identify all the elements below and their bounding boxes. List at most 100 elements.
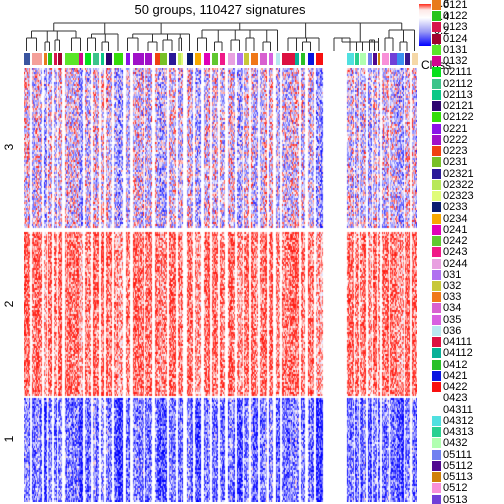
class-bar-segment xyxy=(126,53,130,65)
class-bar-segment xyxy=(106,53,112,65)
legend-swatch xyxy=(432,404,441,415)
legend-swatch xyxy=(432,449,441,460)
legend-label: 0244 xyxy=(443,257,468,270)
legend-item: 0513 xyxy=(432,493,504,504)
class-bar-segment xyxy=(308,53,314,65)
legend-swatch xyxy=(432,101,441,112)
class-bar-segment xyxy=(54,53,57,65)
class-bar-segment xyxy=(228,53,235,65)
legend-label: 0223 xyxy=(443,145,468,158)
row-slice-label: 2 xyxy=(2,300,16,308)
class-annotation-bar xyxy=(24,53,418,65)
class-bar-segment xyxy=(65,53,79,65)
legend-swatch xyxy=(432,89,441,100)
class-bar-segment xyxy=(269,53,273,65)
legend-swatch xyxy=(432,415,441,426)
legend-label: 02122 xyxy=(443,111,474,124)
legend-swatch xyxy=(432,11,441,22)
legend-label: 0132 xyxy=(443,55,468,68)
legend-swatch xyxy=(432,269,441,280)
legend-swatch xyxy=(432,44,441,55)
legend-label: 035 xyxy=(443,313,462,326)
class-bar-segment xyxy=(260,53,267,65)
class-bar-segment xyxy=(237,53,243,65)
legend-label: 02111 xyxy=(443,66,472,79)
legend-swatch xyxy=(432,427,441,438)
class-bar-segment xyxy=(355,53,359,65)
legend-swatch xyxy=(432,292,441,303)
class-bar-segment xyxy=(101,53,104,65)
class-bar-segment xyxy=(133,53,144,65)
legend-label: 0242 xyxy=(443,235,468,248)
class-bar-segment xyxy=(220,53,225,65)
legend-label: 02121 xyxy=(443,100,474,113)
legend-swatch xyxy=(432,494,441,504)
legend-label: 04313 xyxy=(443,426,474,439)
legend-label: 031 xyxy=(443,268,462,281)
class-bar-segment xyxy=(276,53,280,65)
legend-label: 0122 xyxy=(443,10,468,23)
legend-swatch xyxy=(432,134,441,145)
legend-swatch xyxy=(432,247,441,258)
legend-label: 0233 xyxy=(443,201,468,214)
class-bar-segment xyxy=(378,53,380,65)
class-bar-segment xyxy=(85,53,91,65)
legend-label: 0513 xyxy=(443,493,468,504)
class-bar-segment xyxy=(323,53,346,65)
legend-label: 0234 xyxy=(443,212,468,225)
legend-swatch xyxy=(432,438,441,449)
legend-label: 032 xyxy=(443,280,462,292)
legend-label: 02321 xyxy=(443,167,474,180)
class-bar-segment xyxy=(187,53,193,65)
legend-swatch xyxy=(432,325,441,336)
legend-swatch xyxy=(432,112,441,123)
legend-swatch xyxy=(432,224,441,235)
class-bar-segment xyxy=(244,53,249,65)
class-bar-segment xyxy=(360,53,366,65)
class-bar-segment xyxy=(32,53,42,65)
class-bar-segment xyxy=(251,53,258,65)
class-bar-segment xyxy=(316,53,323,65)
legend-label: 0421 xyxy=(443,369,468,382)
legend-swatch xyxy=(432,236,441,247)
legend-swatch xyxy=(432,202,441,213)
legend-label: 0243 xyxy=(443,246,468,259)
class-bar-segment xyxy=(347,53,354,65)
legend-swatch xyxy=(432,0,441,10)
class-bar-segment xyxy=(373,53,377,65)
class-bar-segment xyxy=(181,53,183,65)
legend-label: 0222 xyxy=(443,133,468,146)
row-slice-label: 3 xyxy=(2,143,16,151)
legend-label: 0123 xyxy=(443,21,468,34)
legend-label: 0231 xyxy=(443,156,468,169)
legend-swatch xyxy=(432,303,441,314)
class-bar-segment xyxy=(44,53,47,65)
legend-label: 02323 xyxy=(443,190,474,203)
legend-label: 02113 xyxy=(443,88,473,101)
legend-swatch xyxy=(432,483,441,494)
class-bar-segment xyxy=(155,53,160,65)
class-bar-segment xyxy=(93,53,99,65)
class-bar-segment xyxy=(368,53,372,65)
class-bar-segment xyxy=(282,53,295,65)
class-bar-segment xyxy=(145,53,152,65)
legend-swatch xyxy=(432,157,441,168)
legend-swatch xyxy=(432,337,441,348)
legend-label: 0512 xyxy=(443,482,468,495)
legend-label: 0422 xyxy=(443,381,468,394)
legend-swatch xyxy=(432,460,441,471)
class-bar-segment xyxy=(160,53,167,65)
legend-label: 0241 xyxy=(443,223,468,236)
row-slice-label: 1 xyxy=(2,435,16,443)
legend-label: 02112 xyxy=(443,77,473,90)
class-bar-segment xyxy=(397,53,404,65)
legend-swatch xyxy=(432,123,441,134)
legend-swatch xyxy=(432,168,441,179)
legend-label: 02322 xyxy=(443,178,474,191)
class-bar-segment xyxy=(212,53,218,65)
heatmap-body xyxy=(24,68,417,502)
class-bar-segment xyxy=(24,53,30,65)
legend-swatch xyxy=(432,258,441,269)
class-bar-segment xyxy=(114,53,123,65)
legend-swatch xyxy=(432,348,441,359)
